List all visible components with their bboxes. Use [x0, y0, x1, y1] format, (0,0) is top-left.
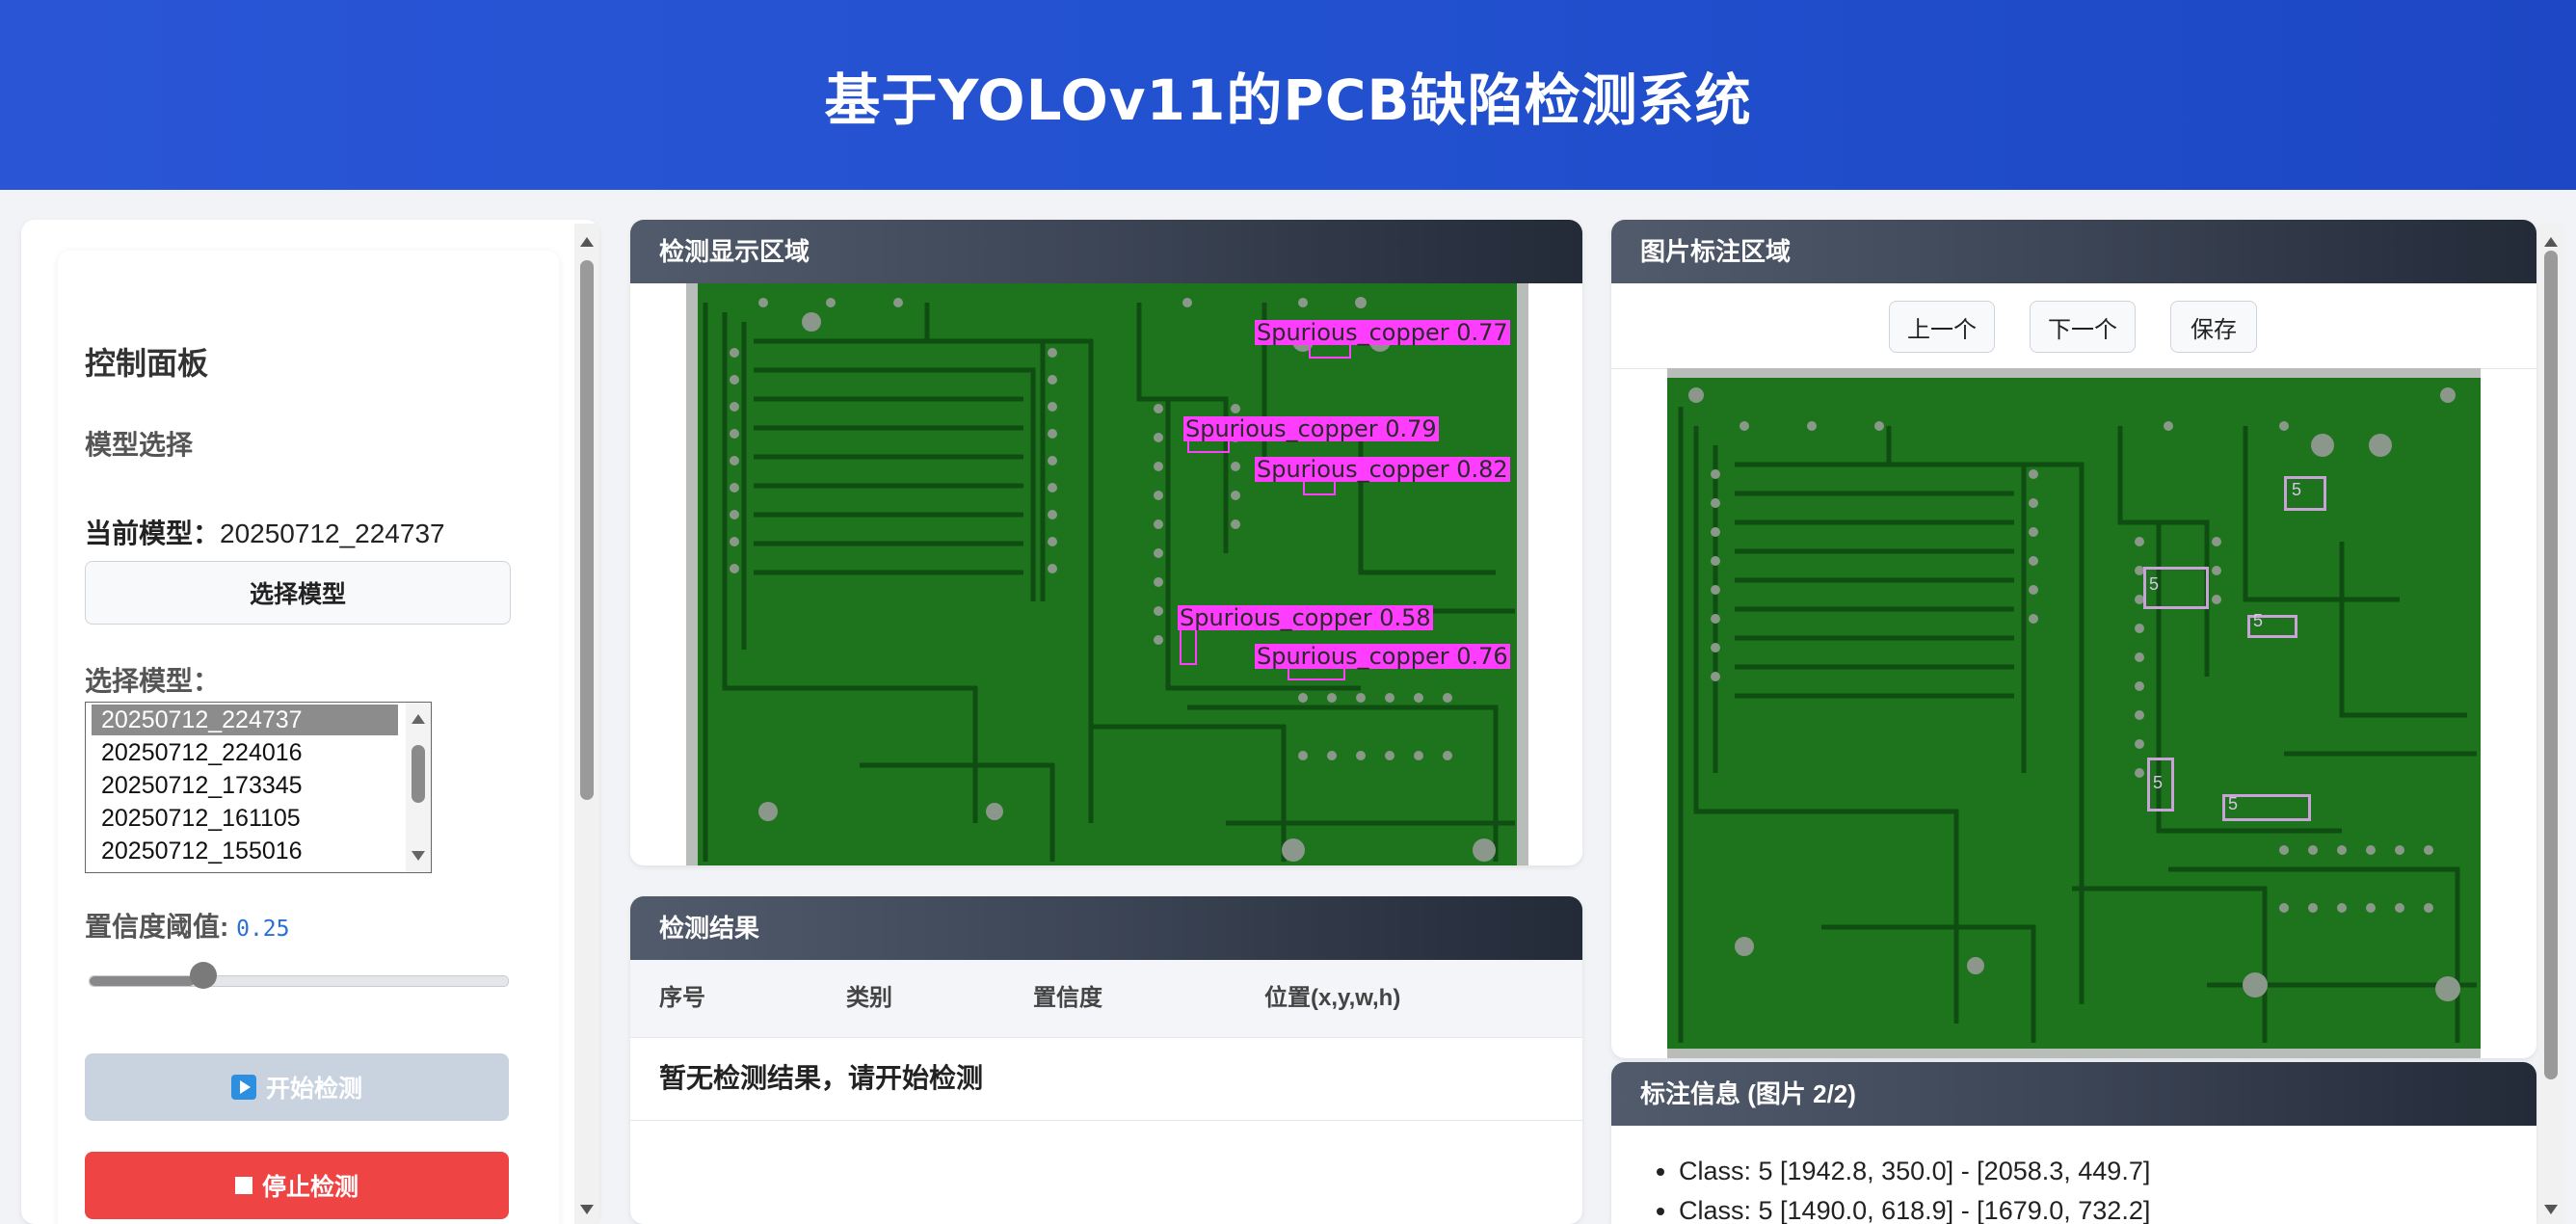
- column-header-confidence: 置信度: [1033, 985, 1102, 1011]
- pcb-drawing: [686, 283, 1528, 865]
- column-header-class: 类别: [846, 985, 892, 1011]
- confidence-label-text: 置信度阈值:: [85, 912, 229, 942]
- scroll-up-icon[interactable]: [412, 714, 425, 724]
- detection-label: Spurious_copper 0.77: [1255, 319, 1510, 346]
- confidence-slider-thumb[interactable]: [189, 962, 217, 989]
- control-panel-scrollbar[interactable]: [574, 224, 599, 1224]
- annotation-info-item: Class: 5 [1942.8, 350.0] - [2058.3, 449.…: [1679, 1157, 2150, 1186]
- detection-label: Spurious_copper 0.76: [1255, 643, 1510, 670]
- current-model-value: 20250712_224737: [220, 519, 445, 548]
- detection-label: Spurious_copper 0.82: [1255, 456, 1510, 483]
- scroll-down-icon[interactable]: [580, 1205, 594, 1214]
- stop-detection-label: 停止检测: [261, 1174, 359, 1201]
- model-option[interactable]: 20250712_224737: [92, 705, 398, 735]
- annotation-info-list: Class: 5 [1942.8, 350.0] - [2058.3, 449.…: [1679, 1157, 2150, 1224]
- next-image-button[interactable]: 下一个: [2030, 301, 2136, 353]
- stop-icon: [234, 1177, 252, 1194]
- annotation-box-label: 5: [2253, 611, 2264, 630]
- scroll-down-icon[interactable]: [412, 851, 425, 861]
- results-empty-message: 暂无检测结果，请开始检测: [659, 1063, 984, 1093]
- save-annotation-button[interactable]: 保存: [2170, 301, 2257, 353]
- detection-pcb-image: Spurious_copper 0.77 Spurious_copper 0.7…: [686, 283, 1528, 865]
- annotation-toolbar: 上一个 下一个 保存: [1611, 283, 2536, 369]
- model-list-scroll-thumb[interactable]: [412, 745, 425, 803]
- results-table-header: 序号 类别 置信度 位置(x,y,w,h): [630, 960, 1582, 1038]
- column-header-position: 位置(x,y,w,h): [1264, 985, 1401, 1011]
- annotation-info-item: Class: 5 [1490.0, 618.9] - [1679.0, 732.…: [1679, 1196, 2150, 1224]
- annotation-info-panel: 标注信息 (图片 2/2) Class: 5 [1942.8, 350.0] -…: [1611, 1062, 2536, 1224]
- detection-label: Spurious_copper 0.79: [1183, 415, 1439, 442]
- model-section-title: 模型选择: [85, 430, 194, 460]
- annotation-panel: 图片标注区域 上一个 下一个 保存 5 5 5 5 5: [1611, 220, 2536, 1058]
- prev-image-button[interactable]: 上一个: [1889, 301, 1995, 353]
- model-option[interactable]: 20250712_155016: [92, 836, 398, 866]
- confidence-slider[interactable]: [89, 975, 509, 987]
- current-model-label: 当前模型：: [85, 519, 221, 548]
- model-list-items: 20250712_224737 20250712_224016 20250712_1…: [86, 705, 431, 872]
- model-listbox[interactable]: 20250712_224737 20250712_224016 20250712_1…: [85, 702, 432, 873]
- annotation-panel-title: 图片标注区域: [1611, 220, 2536, 283]
- annotation-box-label: 5: [2228, 794, 2239, 813]
- column-header-index: 序号: [659, 985, 705, 1011]
- control-panel-container: 控制面板 模型选择 当前模型：20250712_224737 选择模型 选择模型…: [21, 220, 599, 1224]
- detection-display-panel: 检测显示区域 Spurious_copper 0.77 Spurious_cop…: [630, 220, 1582, 865]
- choose-model-label: 选择模型：: [85, 666, 221, 696]
- stop-detection-button[interactable]: 停止检测: [85, 1152, 509, 1219]
- model-option[interactable]: 20250711_213404: [92, 868, 398, 872]
- app-header: 基于YOLOv11的PCB缺陷检测系统: [0, 0, 2576, 190]
- scroll-up-icon[interactable]: [2544, 237, 2558, 247]
- page-scroll-thumb[interactable]: [2544, 251, 2558, 1079]
- confidence-value: 0.25: [236, 917, 290, 942]
- control-panel-title: 控制面板: [85, 346, 209, 381]
- annotation-box[interactable]: [2284, 476, 2326, 511]
- annotation-info-title: 标注信息 (图片 2/2): [1611, 1062, 2536, 1126]
- annotation-box-label: 5: [2292, 480, 2302, 499]
- model-option[interactable]: 20250712_173345: [92, 770, 398, 801]
- annotation-pcb-image[interactable]: 5 5 5 5 5: [1667, 368, 2481, 1058]
- detection-label: Spurious_copper 0.58: [1178, 604, 1433, 631]
- scroll-down-icon[interactable]: [2544, 1205, 2558, 1214]
- detection-display-title: 检测显示区域: [630, 220, 1582, 283]
- current-model: 当前模型：20250712_224737: [85, 513, 445, 551]
- detection-results-panel: 检测结果 序号 类别 置信度 位置(x,y,w,h) 暂无检测结果，请开始检测: [630, 896, 1582, 1224]
- model-list-scrollbar[interactable]: [406, 703, 431, 872]
- app-title: 基于YOLOv11的PCB缺陷检测系统: [824, 67, 1752, 133]
- start-detection-button[interactable]: 开始检测: [85, 1053, 509, 1121]
- annotation-box-label: 5: [2149, 574, 2160, 594]
- model-option[interactable]: 20250712_224016: [92, 737, 398, 768]
- pcb-drawing: [1667, 368, 2481, 1058]
- control-panel-scroll-thumb[interactable]: [580, 260, 594, 800]
- model-option[interactable]: 20250712_161105: [92, 803, 398, 834]
- detection-results-title: 检测结果: [630, 896, 1582, 960]
- confidence-slider-fill: [90, 976, 195, 986]
- control-panel: 控制面板 模型选择 当前模型：20250712_224737 选择模型 选择模型…: [58, 251, 559, 1224]
- scroll-up-icon[interactable]: [580, 237, 594, 247]
- confidence-label: 置信度阈值: 0.25: [85, 906, 290, 945]
- annotation-box-label: 5: [2153, 773, 2164, 792]
- page-scrollbar[interactable]: [2538, 224, 2563, 1224]
- select-model-button[interactable]: 选择模型: [85, 561, 511, 625]
- play-icon: [230, 1075, 256, 1100]
- results-empty-row: 暂无检测结果，请开始检测: [630, 1037, 1582, 1121]
- start-detection-label: 开始检测: [265, 1076, 362, 1103]
